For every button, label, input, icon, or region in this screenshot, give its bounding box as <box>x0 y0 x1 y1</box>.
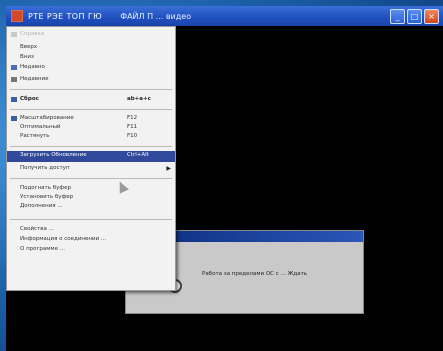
menu-item-label: Установить буфер <box>20 194 74 200</box>
menu-item-recent[interactable]: Недавно <box>7 63 175 73</box>
menu-item-shortcut: ab+a+с <box>127 96 151 102</box>
dialog-message: Работа за пределами ОС с ... Ждать <box>202 271 308 277</box>
menu-item-label: Справка <box>20 31 45 37</box>
menu-item-label: Получить доступ <box>20 165 70 171</box>
menu-item-shortcut: F10 <box>127 133 138 139</box>
recent-icon <box>11 65 17 70</box>
menu-separator <box>10 89 172 90</box>
menu-item-shortcut: F11 <box>127 124 138 130</box>
menu-item-label: Сброс <box>20 96 39 102</box>
menu-item-label: Информация о соединении ... <box>20 236 107 242</box>
menu-item-properties[interactable]: Свойства ... <box>7 225 175 235</box>
menu-item-label: Свойства ... <box>20 226 54 232</box>
close-button[interactable]: × <box>424 9 439 24</box>
window-controls: _ □ × <box>390 9 439 24</box>
minimize-button[interactable]: _ <box>390 9 405 24</box>
menu-item-label: Дополнения ... <box>20 203 63 209</box>
menu-item-label: Подогнать буфер <box>20 185 71 191</box>
menu-item-connection-info[interactable]: Информация о соединении ... <box>7 235 175 245</box>
check-icon <box>11 116 17 121</box>
menu-item-label: Загрузить Обновление <box>20 152 87 158</box>
submenu-arrow-icon: ▶ <box>166 165 171 172</box>
menu-item-reset[interactable]: Сброс ab+a+с <box>7 95 175 105</box>
menu-separator <box>10 178 172 179</box>
remote-desktop-window: РТЕ РЭЕ ТОП ГЮ ФАЙЛ П ... видео _ □ × Ра… <box>6 6 443 351</box>
menu-item-load-update[interactable]: Загрузить Обновление Ctrl+Alt <box>7 151 175 162</box>
menu-item-label: Масштабирование <box>20 115 74 121</box>
menu-item-label: О программе ... <box>20 246 65 252</box>
menu-item-label: Вверх <box>20 44 38 50</box>
menu-item-label: Недавние <box>20 76 49 82</box>
menu-item-label: Растянуть <box>20 133 50 139</box>
menu-separator <box>10 219 172 220</box>
history-icon <box>11 77 17 82</box>
menu-item-addons[interactable]: Дополнения ... <box>7 202 175 212</box>
window-subtitle: ФАЙЛ П ... видео <box>120 11 192 21</box>
menu-item-down[interactable]: Вниз <box>7 53 175 63</box>
reset-icon <box>11 97 17 102</box>
menu-item-label: Вниз <box>20 54 34 60</box>
menu-item-stretch[interactable]: Растянуть F10 <box>7 132 175 142</box>
app-icon <box>11 10 23 22</box>
window-titlebar[interactable]: РТЕ РЭЕ ТОП ГЮ ФАЙЛ П ... видео _ □ × <box>6 6 443 26</box>
context-menu: Справка Вверх Вниз Недавно Недавние Сбро… <box>6 26 176 291</box>
menu-item-shortcut: Ctrl+Alt <box>127 152 149 158</box>
menu-item-about[interactable]: О программе ... <box>7 245 175 255</box>
window-title: РТЕ РЭЕ ТОП ГЮ <box>28 11 103 21</box>
menu-item-label: Оптимальный <box>20 124 61 130</box>
menu-item-shortcut: F12 <box>127 115 138 121</box>
menu-separator <box>10 109 172 110</box>
maximize-button[interactable]: □ <box>407 9 422 24</box>
menu-item-up[interactable]: Вверх <box>7 43 175 53</box>
menu-item-help[interactable]: Справка <box>7 30 175 40</box>
menu-separator <box>10 146 172 147</box>
menu-item-recent-list[interactable]: Недавние <box>7 75 175 85</box>
menu-item-label: Недавно <box>20 64 45 70</box>
menu-item-get-access[interactable]: Получить доступ ▶ <box>7 164 175 174</box>
help-icon <box>11 32 17 37</box>
